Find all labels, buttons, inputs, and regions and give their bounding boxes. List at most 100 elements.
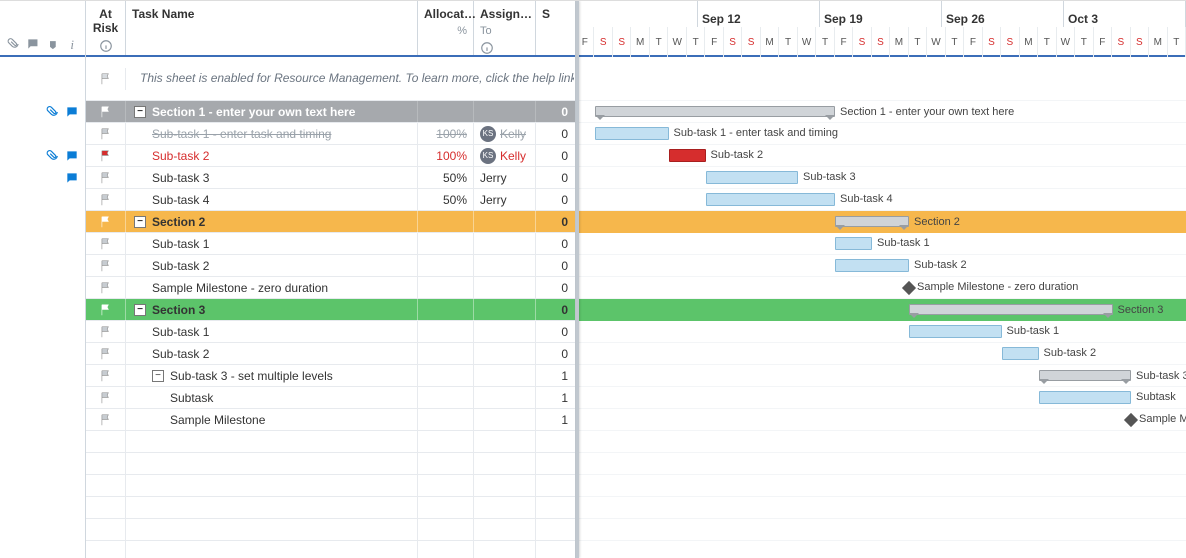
collapse-toggle[interactable]: − <box>134 304 146 316</box>
flag-cell[interactable] <box>86 321 126 343</box>
gantt-row[interactable]: Sub-task 4 <box>576 189 1186 211</box>
allocation-cell[interactable] <box>418 101 474 123</box>
comment-icon[interactable] <box>26 37 40 51</box>
task-name-cell[interactable]: −Sub-task 3 - set multiple levels <box>126 365 418 387</box>
task-name-cell[interactable]: Sample Milestone - zero duration <box>126 277 418 299</box>
empty-row[interactable] <box>86 431 575 453</box>
gantt-row[interactable]: Sub-task 3 - set multiple levels <box>576 365 1186 387</box>
assigned-to-cell[interactable] <box>474 233 536 255</box>
task-row[interactable]: Sub-task 10 <box>86 233 575 255</box>
task-name-cell[interactable]: Sub-task 2 <box>126 255 418 277</box>
empty-row[interactable] <box>86 475 575 497</box>
collapse-toggle[interactable]: − <box>152 370 164 382</box>
gantt-bar[interactable]: Section 1 - enter your own text here <box>595 106 836 117</box>
column-header-assigned-to[interactable]: Assign… To <box>474 1 536 55</box>
start-cell[interactable]: 0 <box>536 123 574 145</box>
assigned-to-cell[interactable] <box>474 321 536 343</box>
start-cell[interactable]: 0 <box>536 321 574 343</box>
gantt-row[interactable]: Section 3 <box>576 299 1186 321</box>
gantt-row[interactable]: Sub-task 2 <box>576 145 1186 167</box>
collapse-toggle[interactable]: − <box>134 106 146 118</box>
assigned-to-cell[interactable] <box>474 343 536 365</box>
gantt-row[interactable]: Sub-task 3 <box>576 167 1186 189</box>
start-cell[interactable]: 1 <box>536 409 574 431</box>
flag-cell[interactable] <box>86 101 126 123</box>
start-cell[interactable]: 0 <box>536 145 574 167</box>
gantt-row[interactable]: Sub-task 2 <box>576 255 1186 277</box>
allocation-cell[interactable] <box>418 299 474 321</box>
assigned-to-cell[interactable] <box>474 211 536 233</box>
task-row[interactable]: Sample Milestone - zero duration 0 <box>86 277 575 299</box>
allocation-cell[interactable]: 50% <box>418 189 474 211</box>
column-header-task-name[interactable]: Task Name <box>126 1 418 55</box>
start-cell[interactable]: 0 <box>536 167 574 189</box>
task-name-cell[interactable]: −Section 3 <box>126 299 418 321</box>
gantt-bar[interactable]: Sub-task 2 <box>669 149 706 162</box>
start-cell[interactable]: 1 <box>536 365 574 387</box>
gantt-bar[interactable]: Sub-task 2 <box>1002 347 1039 360</box>
gantt-bar[interactable]: Sub-task 4 <box>706 193 836 206</box>
empty-row[interactable] <box>86 497 575 519</box>
assigned-to-cell[interactable] <box>474 255 536 277</box>
column-header-start[interactable]: S <box>536 1 574 55</box>
start-cell[interactable]: 0 <box>536 343 574 365</box>
flag-cell[interactable] <box>86 211 126 233</box>
pane-splitter[interactable] <box>576 1 579 558</box>
flag-cell[interactable] <box>86 167 126 189</box>
start-cell[interactable]: 1 <box>536 387 574 409</box>
allocation-cell[interactable] <box>418 255 474 277</box>
task-name-cell[interactable]: Subtask <box>126 387 418 409</box>
gantt-bar[interactable]: Sub-task 1 - enter task and timing <box>595 127 669 140</box>
comment-icon[interactable] <box>65 149 79 163</box>
task-row[interactable]: Subtask 1 <box>86 387 575 409</box>
flag-cell[interactable] <box>86 255 126 277</box>
gantt-bar[interactable]: Subtask <box>1039 391 1132 404</box>
task-row[interactable]: Sub-task 2100%KSKelly0 <box>86 145 575 167</box>
start-cell[interactable]: 0 <box>536 211 574 233</box>
assigned-to-cell[interactable] <box>474 387 536 409</box>
task-name-cell[interactable]: Sub-task 4 <box>126 189 418 211</box>
section-row[interactable]: −Section 1 - enter your own text here0 <box>86 101 575 123</box>
task-name-cell[interactable]: Sub-task 3 <box>126 167 418 189</box>
task-row[interactable]: Sub-task 450%Jerry0 <box>86 189 575 211</box>
gantt-bar[interactable]: Section 2 <box>835 216 909 227</box>
start-cell[interactable]: 0 <box>536 101 574 123</box>
gantt-milestone[interactable] <box>902 281 916 295</box>
start-cell[interactable]: 0 <box>536 277 574 299</box>
gantt-row[interactable]: Sub-task 1 <box>576 233 1186 255</box>
task-row[interactable]: Sub-task 2 0 <box>86 343 575 365</box>
assigned-to-cell[interactable] <box>474 365 536 387</box>
allocation-cell[interactable]: 100% <box>418 145 474 167</box>
allocation-cell[interactable]: 50% <box>418 167 474 189</box>
task-row[interactable]: −Sub-task 3 - set multiple levels 1 <box>86 365 575 387</box>
assigned-to-cell[interactable] <box>474 277 536 299</box>
allocation-cell[interactable] <box>418 211 474 233</box>
task-name-cell[interactable]: Sub-task 2 <box>126 145 418 167</box>
task-name-cell[interactable]: Sample Milestone <box>126 409 418 431</box>
gantt-bar[interactable]: Sub-task 1 <box>909 325 1002 338</box>
task-name-cell[interactable]: Sub-task 1 - enter task and timing <box>126 123 418 145</box>
flag-cell[interactable] <box>86 233 126 255</box>
empty-row[interactable] <box>86 541 575 558</box>
gantt-row[interactable]: Sample Milestone - zero duration <box>576 277 1186 299</box>
allocation-cell[interactable]: 100% <box>418 123 474 145</box>
gantt-bar[interactable]: Sub-task 1 <box>835 237 872 250</box>
gantt-bar[interactable]: Sub-task 2 <box>835 259 909 272</box>
task-row[interactable]: Sample Milestone 1 <box>86 409 575 431</box>
gantt-bar[interactable]: Section 3 <box>909 304 1113 315</box>
info-icon[interactable]: i <box>65 37 79 51</box>
section-row[interactable]: −Section 30 <box>86 299 575 321</box>
flag-cell[interactable] <box>86 409 126 431</box>
assigned-to-cell[interactable]: Jerry <box>474 189 536 211</box>
empty-row[interactable] <box>86 453 575 475</box>
gantt-bar[interactable]: Sub-task 3 - set multiple levels <box>1039 370 1132 381</box>
gantt-row[interactable]: Section 2 <box>576 211 1186 233</box>
allocation-cell[interactable] <box>418 233 474 255</box>
gantt-chart[interactable]: Sep 12Sep 19Sep 26Oct 3 FSSMTWTFSSMTWTFS… <box>576 1 1186 558</box>
flag-cell[interactable] <box>86 189 126 211</box>
task-name-cell[interactable]: Sub-task 2 <box>126 343 418 365</box>
assigned-to-cell[interactable]: KSKelly <box>474 123 536 145</box>
collapse-toggle[interactable]: − <box>134 216 146 228</box>
gantt-row[interactable]: Sub-task 2 <box>576 343 1186 365</box>
allocation-cell[interactable] <box>418 387 474 409</box>
